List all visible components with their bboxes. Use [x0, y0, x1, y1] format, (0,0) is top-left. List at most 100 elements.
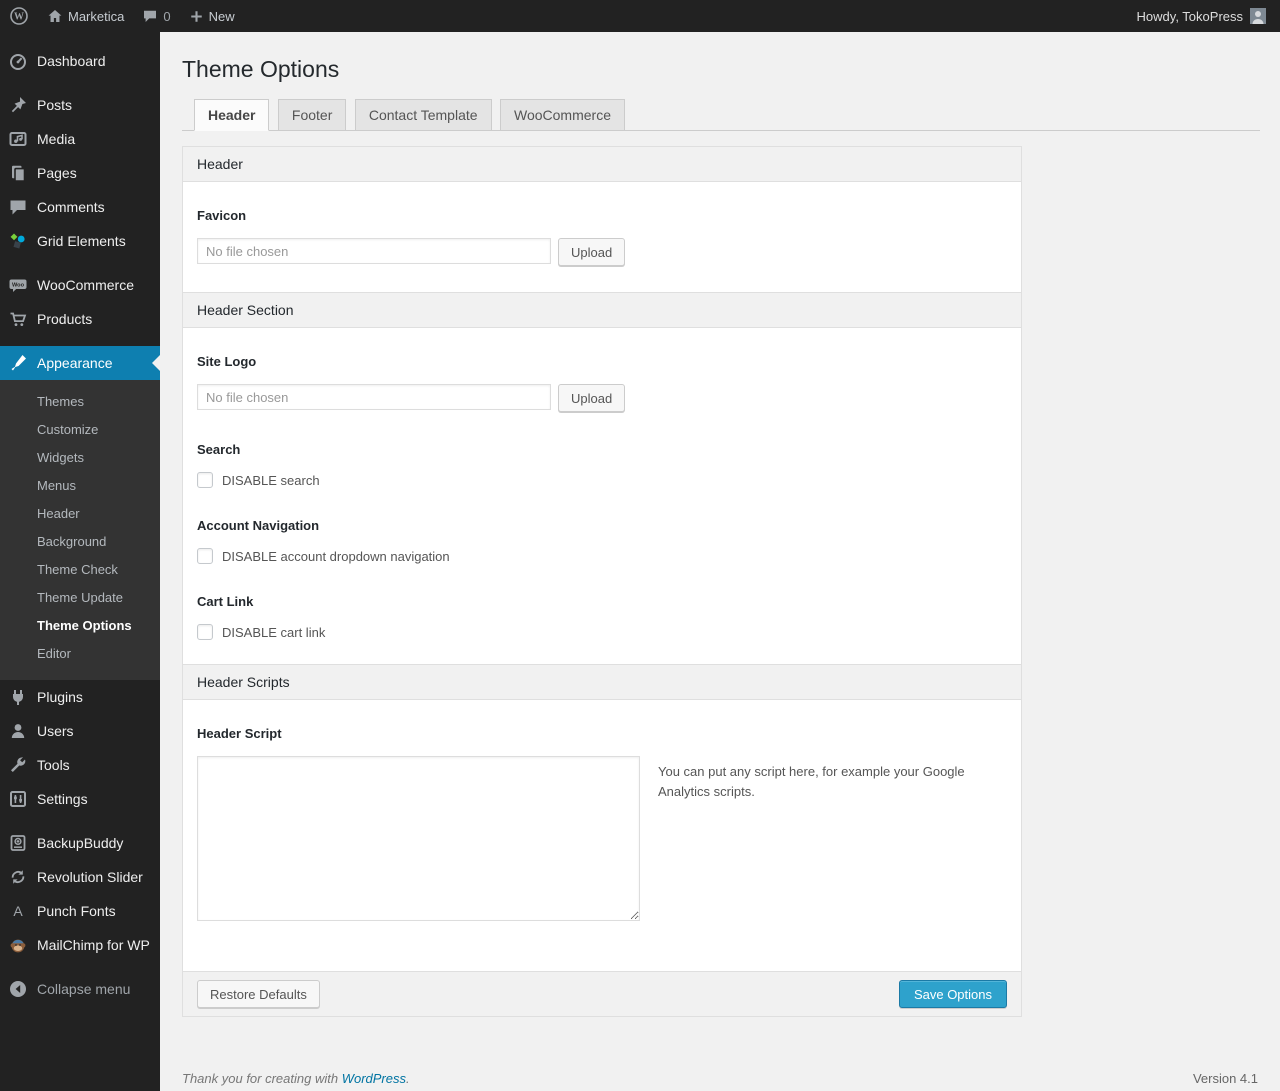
sidebar-item-posts[interactable]: Posts	[0, 88, 160, 122]
sidebar-item-tools[interactable]: Tools	[0, 748, 160, 782]
collapse-arrow-icon	[8, 979, 28, 999]
svg-text:A: A	[13, 903, 23, 919]
restore-defaults-button[interactable]: Restore Defaults	[197, 980, 320, 1008]
sidebar-item-dashboard[interactable]: Dashboard	[0, 44, 160, 78]
sidebar-item-users[interactable]: Users	[0, 714, 160, 748]
howdy-text: Howdy, TokoPress	[1136, 8, 1243, 24]
search-label: Search	[197, 442, 241, 457]
section-header-scripts: Header Scripts	[183, 664, 1021, 700]
sidebar-item-punch-fonts[interactable]: A Punch Fonts	[0, 894, 160, 928]
home-icon	[47, 8, 63, 24]
wordpress-logo-icon: W	[9, 6, 29, 26]
footer-thankyou-period: .	[406, 1071, 410, 1086]
footer-thankyou-text: Thank you for creating with	[182, 1071, 342, 1086]
sidebar-item-label: Comments	[37, 199, 105, 215]
tab-footer[interactable]: Footer	[277, 99, 347, 131]
sidebar-subitem-themes[interactable]: Themes	[0, 388, 160, 416]
sidebar-item-pages[interactable]: Pages	[0, 156, 160, 190]
page-footer: Thank you for creating with WordPress. V…	[182, 1071, 1258, 1086]
site-logo-upload-button[interactable]: Upload	[558, 384, 626, 412]
svg-text:Woo: Woo	[12, 283, 25, 289]
tab-woocommerce[interactable]: WooCommerce	[500, 99, 625, 131]
header-script-hint: You can put any script here, for example…	[658, 764, 965, 800]
sidebar-item-label: Punch Fonts	[37, 903, 116, 919]
letter-a-icon: A	[8, 901, 28, 921]
favicon-upload-button[interactable]: Upload	[558, 238, 626, 266]
header-script-textarea[interactable]	[197, 756, 640, 921]
wrench-icon	[8, 755, 28, 775]
sidebar-item-label: Settings	[37, 791, 88, 807]
sidebar-item-media[interactable]: Media	[0, 122, 160, 156]
sidebar-subitem-customize[interactable]: Customize	[0, 416, 160, 444]
woocommerce-icon: Woo	[8, 275, 28, 295]
plugin-icon	[8, 687, 28, 707]
disable-account-nav-checkbox[interactable]	[197, 548, 213, 564]
collapse-menu-button[interactable]: Collapse menu	[0, 972, 160, 1006]
panel-footer: Restore Defaults Save Options	[183, 971, 1021, 1016]
sidebar-item-appearance[interactable]: Appearance	[0, 346, 160, 380]
sidebar-subitem-theme-check[interactable]: Theme Check	[0, 556, 160, 584]
sidebar-subitem-background[interactable]: Background	[0, 528, 160, 556]
media-icon	[8, 129, 28, 149]
sidebar-item-settings[interactable]: Settings	[0, 782, 160, 816]
sidebar-item-mailchimp[interactable]: MailChimp for WP	[0, 928, 160, 962]
sidebar-item-products[interactable]: Products	[0, 302, 160, 336]
footer-thankyou: Thank you for creating with WordPress.	[182, 1071, 410, 1086]
section-header-section: Header Section	[183, 292, 1021, 328]
new-label: New	[208, 8, 235, 24]
svg-text:W: W	[14, 12, 24, 23]
save-options-button[interactable]: Save Options	[898, 980, 1007, 1008]
sidebar-subitem-editor[interactable]: Editor	[0, 640, 160, 668]
comments-shortcut[interactable]: 0	[133, 0, 179, 32]
favicon-field[interactable]	[197, 238, 551, 264]
site-name: Marketica	[68, 8, 125, 24]
comments-icon	[8, 197, 28, 217]
comment-bubble-icon	[142, 8, 158, 24]
sidebar-subitem-theme-options[interactable]: Theme Options	[0, 612, 160, 640]
backup-icon	[8, 833, 28, 853]
site-logo-field[interactable]	[197, 384, 551, 410]
sidebar-item-plugins[interactable]: Plugins	[0, 680, 160, 714]
sidebar-item-comments[interactable]: Comments	[0, 190, 160, 224]
sidebar-item-label: Dashboard	[37, 53, 106, 69]
disable-cart-link-label: DISABLE cart link	[222, 624, 326, 640]
theme-options-panel: Header Favicon Upload Header Section Sit…	[182, 146, 1022, 1017]
appearance-brush-icon	[8, 353, 28, 373]
sidebar-item-woocommerce[interactable]: Woo WooCommerce	[0, 268, 160, 302]
sidebar-subitem-widgets[interactable]: Widgets	[0, 444, 160, 472]
cart-link-label: Cart Link	[197, 594, 254, 609]
wordpress-link[interactable]: WordPress	[342, 1071, 406, 1086]
sidebar-item-label: Media	[37, 131, 76, 147]
sidebar-subitem-menus[interactable]: Menus	[0, 472, 160, 500]
account-navigation-label: Account Navigation	[197, 518, 320, 533]
admin-sidebar: Dashboard Posts Media Pages Comments Gri…	[0, 32, 160, 1091]
main-content: Theme Options Header Footer Contact Temp…	[160, 32, 1280, 1091]
dashboard-icon	[8, 51, 28, 71]
wordpress-logo-menu[interactable]: W	[0, 0, 38, 32]
sidebar-item-revolution-slider[interactable]: Revolution Slider	[0, 860, 160, 894]
disable-search-checkbox[interactable]	[197, 472, 213, 488]
disable-cart-link-checkbox[interactable]	[197, 624, 213, 640]
cart-icon	[8, 309, 28, 329]
tab-header[interactable]: Header	[194, 99, 270, 131]
sidebar-item-grid-elements[interactable]: Grid Elements	[0, 224, 160, 258]
plus-icon	[189, 9, 204, 24]
tab-contact-template[interactable]: Contact Template	[354, 99, 492, 131]
sidebar-item-label: WooCommerce	[37, 277, 134, 293]
site-link[interactable]: Marketica	[38, 0, 133, 32]
disable-account-nav-label: DISABLE account dropdown navigation	[222, 548, 450, 564]
sidebar-item-label: MailChimp for WP	[37, 937, 150, 953]
favicon-label: Favicon	[197, 208, 247, 223]
sidebar-item-label: Collapse menu	[37, 981, 131, 997]
comments-count: 0	[163, 8, 171, 24]
pushpin-icon	[8, 95, 28, 115]
sidebar-item-backupbuddy[interactable]: BackupBuddy	[0, 826, 160, 860]
account-menu[interactable]: Howdy, TokoPress	[1135, 0, 1268, 32]
new-content-menu[interactable]: New	[180, 0, 244, 32]
sidebar-item-label: Products	[37, 311, 93, 327]
appearance-submenu: Themes Customize Widgets Menus Header Ba…	[0, 380, 160, 680]
sidebar-subitem-header[interactable]: Header	[0, 500, 160, 528]
sidebar-item-label: Posts	[37, 97, 73, 113]
site-logo-label: Site Logo	[197, 354, 257, 369]
sidebar-subitem-theme-update[interactable]: Theme Update	[0, 584, 160, 612]
